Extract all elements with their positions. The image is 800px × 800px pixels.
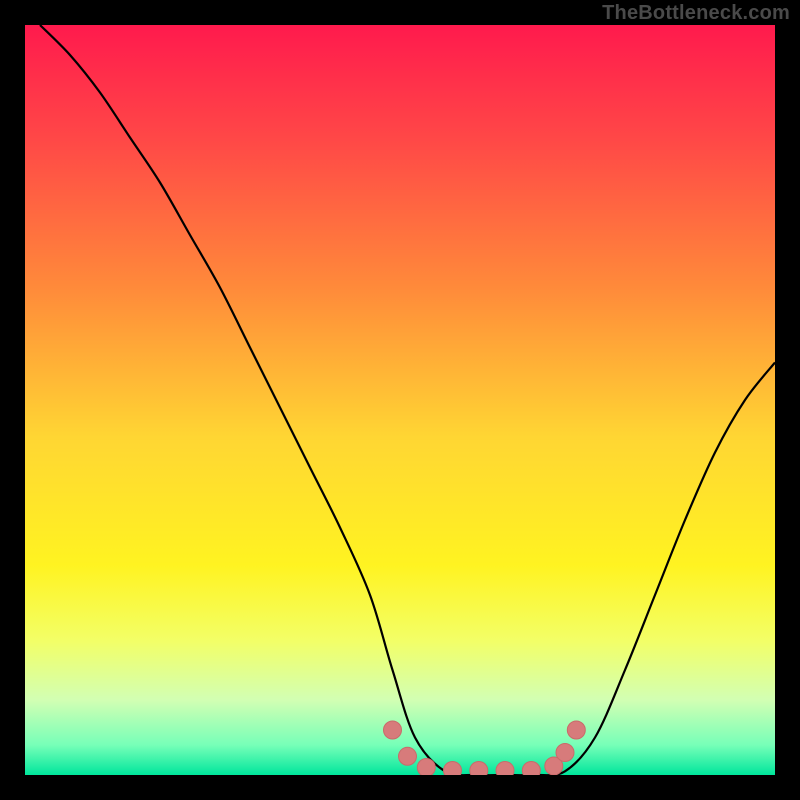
marker-dot [444,762,462,776]
watermark-text: TheBottleneck.com [602,2,790,25]
marker-dot [567,721,585,739]
marker-dot [384,721,402,739]
chart-frame: TheBottleneck.com [0,0,800,800]
marker-dot [556,744,574,762]
bottleneck-curve [40,25,775,775]
marker-dot [399,747,417,765]
curve-layer [25,25,775,775]
marker-dot [522,762,540,776]
marker-dot [496,762,514,776]
marker-dot [417,759,435,776]
plot-area [25,25,775,775]
highlight-markers [384,721,586,775]
marker-dot [470,762,488,776]
